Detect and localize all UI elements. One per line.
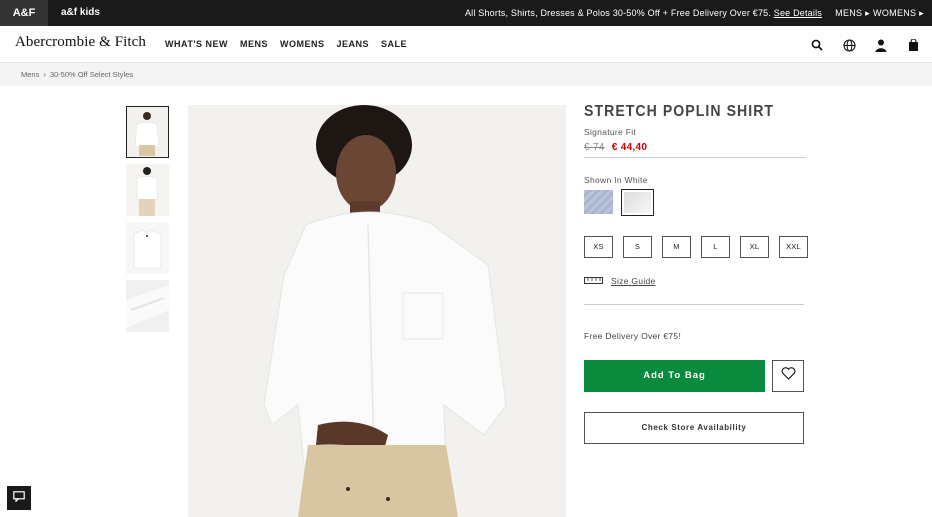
main-nav: WHAT'S NEW MENS WOMENS JEANS SALE [165,39,407,49]
breadcrumb-sale-category[interactable]: 30-50% Off Select Styles [50,70,133,79]
account-icon[interactable] [872,37,890,53]
thumbnail-2[interactable] [126,164,169,216]
nav-whats-new[interactable]: WHAT'S NEW [165,39,228,49]
top-womens-label: WOMENS [873,8,917,18]
logo[interactable]: Abercrombie & Fitch [15,34,146,51]
delivery-notice: Free Delivery Over €75! [584,331,682,341]
product-fit: Signature Fit [584,127,637,137]
chat-button[interactable] [7,486,31,510]
top-womens-menu[interactable]: WOMENS ▸ [873,0,924,26]
chevron-right-icon: › [43,70,46,79]
thumbnail-4[interactable] [126,280,169,332]
caret-right-icon: ▸ [919,8,924,18]
search-icon[interactable] [808,37,826,53]
size-xs-button[interactable]: XS [584,236,613,258]
thumbnail-1[interactable] [126,106,169,158]
top-bar: A&F a&f kids All Shorts, Shirts, Dresses… [0,0,932,26]
nav-jeans[interactable]: JEANS [336,39,369,49]
check-store-availability-button[interactable]: Check Store Availability [584,412,804,444]
size-guide[interactable]: Size Guide [584,276,656,286]
caret-right-icon: ▸ [865,8,870,18]
swatch-blue-stripe[interactable] [584,190,613,214]
ruler-icon [584,276,603,286]
size-l-button[interactable]: L [701,236,730,258]
promo-banner: All Shorts, Shirts, Dresses & Polos 30-5… [465,0,822,26]
size-guide-link[interactable]: Size Guide [611,276,656,286]
product-info: STRETCH POPLIN SHIRT Signature Fit € 74 … [584,103,808,444]
af-kids-brand-tab[interactable]: a&f kids [61,0,100,26]
af-brand-tab[interactable]: A&F [0,0,48,26]
see-details-link[interactable]: See Details [774,8,822,18]
shown-in-color: Shown In White [584,175,648,185]
size-s-button[interactable]: S [623,236,652,258]
top-mens-label: MENS [835,8,863,18]
heart-icon [781,367,796,385]
top-mens-menu[interactable]: MENS ▸ [835,0,870,26]
nav-womens[interactable]: WOMENS [280,39,325,49]
breadcrumb: Mens › 30-50% Off Select Styles [0,63,932,86]
thumbnail-3[interactable] [126,222,169,274]
product-title: STRETCH POPLIN SHIRT [584,103,775,120]
chat-icon [13,489,25,507]
nav-mens[interactable]: MENS [240,39,268,49]
bag-icon[interactable] [904,37,922,53]
original-price: € 74 [584,142,605,153]
divider [584,304,804,305]
color-swatches [584,189,806,216]
product-price: € 74 € 44,40 [584,142,806,158]
globe-icon[interactable] [840,37,858,53]
site-header: Abercrombie & Fitch WHAT'S NEW MENS WOME… [0,26,932,63]
product-main-image[interactable] [188,105,566,517]
size-xxl-button[interactable]: XXL [779,236,808,258]
size-selector: XS S M L XL XXL [584,236,808,258]
size-xl-button[interactable]: XL [740,236,769,258]
thumbnail-list [126,106,171,338]
sale-price: € 44,40 [611,142,648,153]
promo-text: All Shorts, Shirts, Dresses & Polos 30-5… [464,8,772,18]
swatch-white-selected[interactable] [621,189,654,216]
add-to-bag-button[interactable]: Add To Bag [584,360,765,392]
nav-sale[interactable]: SALE [381,39,407,49]
header-icons [808,37,922,53]
breadcrumb-mens[interactable]: Mens [21,70,39,79]
wishlist-button[interactable] [772,360,804,392]
size-m-button[interactable]: M [662,236,691,258]
